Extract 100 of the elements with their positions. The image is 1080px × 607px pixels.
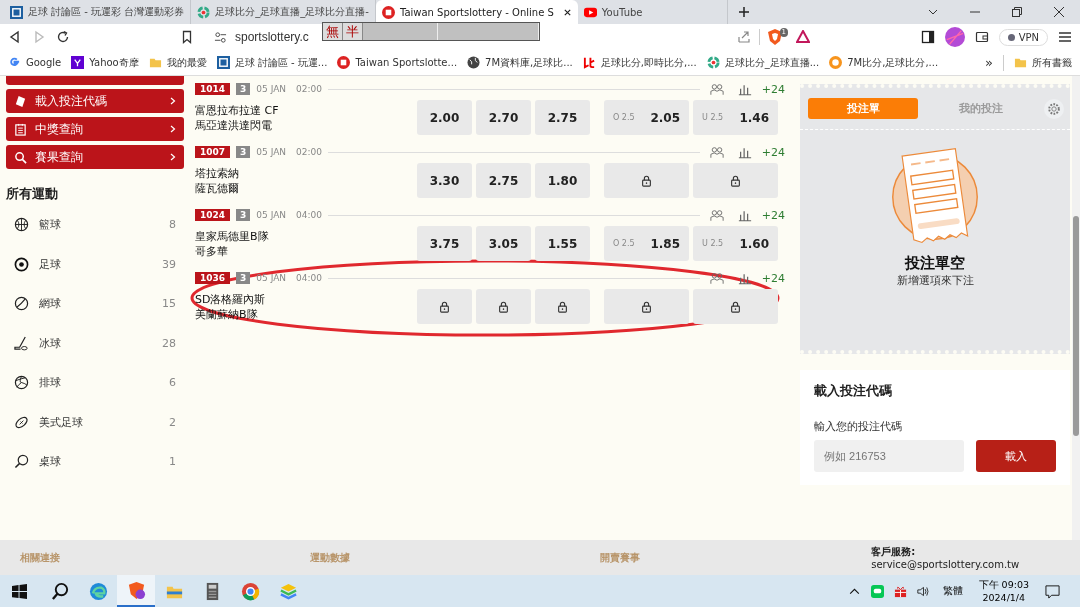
bar-chart-icon[interactable] <box>737 145 752 159</box>
ime-width[interactable]: 半 <box>343 23 363 40</box>
sport-item[interactable]: 冰球 28 <box>6 327 184 359</box>
ime-mode[interactable]: 無 <box>323 23 343 40</box>
sport-item[interactable]: 足球 39 <box>6 248 184 280</box>
lottery-icon <box>381 5 395 19</box>
stick-icon <box>14 335 29 351</box>
more-bookmarks[interactable]: » <box>985 55 993 70</box>
team-name: 薩瓦德爾 <box>195 180 240 196</box>
sport-item[interactable]: 排球 6 <box>6 367 184 399</box>
more-markets-link[interactable]: +24 <box>761 271 785 285</box>
bookmark-item[interactable]: 7M比分,足球比分,... <box>829 55 939 70</box>
ball-icon <box>14 217 29 233</box>
sport-item[interactable]: 桌球 1 <box>6 446 184 478</box>
new-tab-icon[interactable] <box>737 6 750 18</box>
more-markets-link[interactable]: +24 <box>761 208 785 222</box>
bookmark-item[interactable]: 7M資料庫,足球比... <box>467 55 573 70</box>
close-icon[interactable] <box>562 7 572 17</box>
profile-avatar[interactable] <box>944 27 965 47</box>
notification-icon[interactable] <box>1045 583 1060 599</box>
ball-icon <box>14 375 29 391</box>
menu-button[interactable]: 賽果查詢 <box>6 145 184 169</box>
odds-button[interactable]: U 2.5 1.60 <box>693 226 778 261</box>
menu-button[interactable]: 載入投注代碼 <box>6 89 184 113</box>
odds-button[interactable]: O 2.5 1.85 <box>604 226 689 261</box>
triangle-icon[interactable] <box>796 30 810 44</box>
speaker-icon[interactable] <box>916 584 930 598</box>
bookmark-icon[interactable] <box>180 30 194 44</box>
bar-chart-icon[interactable] <box>737 271 752 285</box>
more-markets-link[interactable]: +24 <box>761 145 785 159</box>
match-date: 05 JAN <box>256 210 287 220</box>
back-icon[interactable] <box>8 30 22 44</box>
site-icon <box>216 56 230 69</box>
bookmark-item[interactable]: 足球比分_足球直播... <box>706 55 820 70</box>
reload-icon[interactable] <box>56 30 70 44</box>
bookmark-item[interactable]: Taiwan Sportslotte... <box>337 56 458 69</box>
shield-icon[interactable] <box>767 29 782 45</box>
folder-icon <box>1014 56 1027 69</box>
people-icon[interactable] <box>709 145 724 159</box>
browser-icon <box>88 581 108 601</box>
odds-button[interactable]: 3.30 <box>417 163 472 198</box>
bar-chart-icon[interactable] <box>737 208 752 222</box>
odds-button[interactable]: 2.00 <box>417 100 472 135</box>
odds-button[interactable]: 2.75 <box>476 163 531 198</box>
odds-button[interactable]: 1.80 <box>535 163 590 198</box>
clock[interactable]: 下午 09:03 2024/1/4 <box>978 578 1029 604</box>
odds-button[interactable] <box>417 289 472 324</box>
ticket-icon <box>14 94 27 108</box>
odds-button[interactable] <box>476 289 531 324</box>
code-input[interactable]: 例如 216753 <box>814 440 964 472</box>
sidebar-icon[interactable] <box>920 30 935 44</box>
bookmark-item[interactable]: 足球比分,即時比分,... <box>582 55 697 70</box>
team-name: 哥多華 <box>195 243 229 259</box>
load-button[interactable]: 載入 <box>976 440 1056 472</box>
bookmark-item[interactable]: 我的最愛 <box>148 55 207 70</box>
odds-button[interactable]: 2.75 <box>535 100 590 135</box>
globe-icon <box>467 56 481 69</box>
odds-button[interactable]: 3.05 <box>476 226 531 261</box>
people-icon[interactable] <box>709 82 724 96</box>
share-icon[interactable] <box>736 30 751 44</box>
menu-button[interactable]: 中獎查詢 <box>6 117 184 141</box>
bar-chart-icon[interactable] <box>737 82 752 96</box>
site-settings-icon[interactable] <box>214 30 227 44</box>
input-method[interactable]: 繁體 <box>942 584 963 598</box>
people-icon[interactable] <box>709 208 724 222</box>
bookmark-item[interactable]: Google <box>8 56 62 69</box>
close-icon[interactable] <box>1053 6 1065 18</box>
all-bookmarks[interactable]: 所有書籤 <box>1014 55 1072 70</box>
ball-icon <box>14 296 29 312</box>
wallet-icon[interactable] <box>974 30 989 44</box>
bookmark-item[interactable]: 足球 討論區 - 玩運... <box>216 55 328 70</box>
odds-button[interactable]: 3.75 <box>417 226 472 261</box>
scrollbar[interactable] <box>1072 76 1080 540</box>
sport-count: 28 <box>162 336 176 350</box>
odds-button[interactable] <box>535 289 590 324</box>
sport-item[interactable]: 網球 15 <box>6 288 184 320</box>
sport-count: 8 <box>169 218 176 232</box>
windows-icon[interactable] <box>12 583 27 599</box>
sport-item[interactable]: 籃球 8 <box>6 209 184 241</box>
footer-heading: 運動數據 <box>310 550 352 565</box>
menu-icon[interactable] <box>1058 30 1072 44</box>
gift-icon[interactable] <box>893 584 907 598</box>
settings-button[interactable] <box>1044 98 1064 119</box>
people-icon[interactable] <box>709 271 724 285</box>
chevron-icon <box>170 125 176 133</box>
odds-button[interactable]: U 2.5 1.46 <box>693 100 778 135</box>
layers-icon <box>278 581 298 601</box>
circle-icon <box>829 56 843 69</box>
sport-item[interactable]: 美式足球 2 <box>6 406 184 438</box>
more-markets-link[interactable]: +24 <box>761 82 785 96</box>
restore-icon[interactable] <box>1011 6 1023 18</box>
match-time: 02:00 <box>296 84 322 94</box>
odds-button[interactable]: O 2.5 2.05 <box>604 100 689 135</box>
match-tag: 3 <box>236 146 251 158</box>
service-text: 客戶服務: service@sportslottery.com.tw <box>871 545 1021 570</box>
bookmark-item[interactable]: Yahoo奇摩 <box>71 55 139 70</box>
odds-button[interactable]: 1.55 <box>535 226 590 261</box>
odds-button[interactable]: 2.70 <box>476 100 531 135</box>
browser-tab[interactable]: Taiwan Sportslottery - Online S <box>375 0 578 24</box>
play-icon <box>583 5 597 19</box>
